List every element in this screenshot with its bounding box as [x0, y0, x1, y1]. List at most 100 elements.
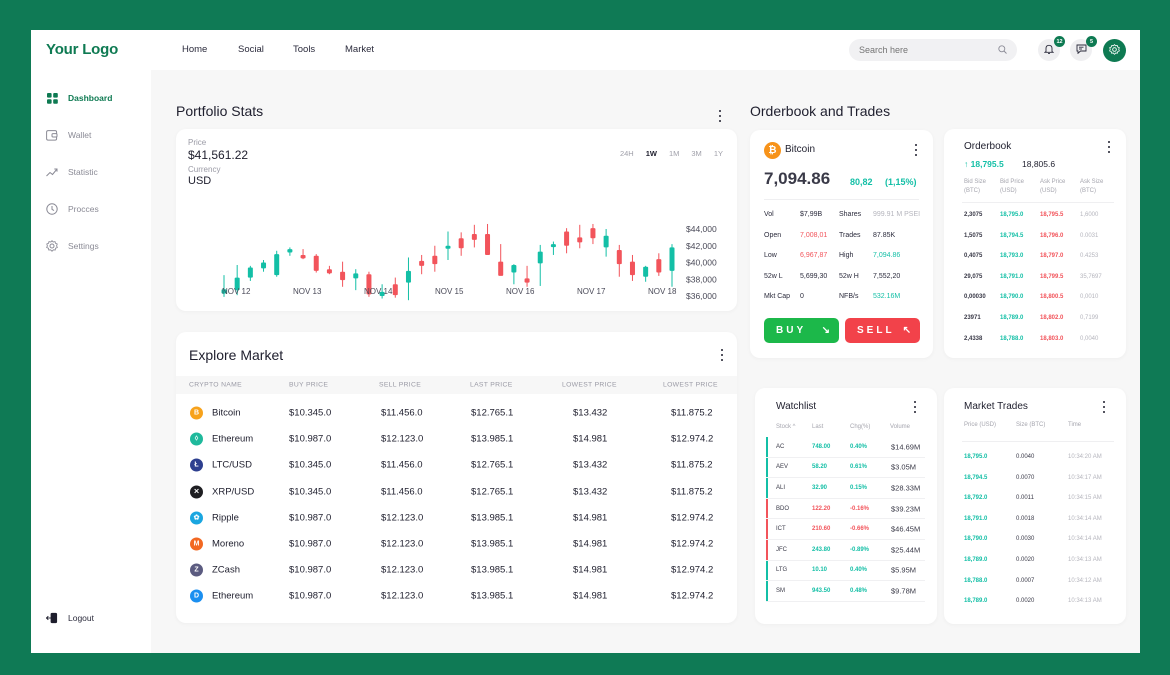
trade-row: 18,795.0 0.0040 10:34:20 AM [944, 454, 1126, 466]
orderbook-row[interactable]: 23971 18,789.0 18,802.0 0,7199 [944, 315, 1126, 327]
settings-button[interactable] [1103, 39, 1126, 62]
orderbook-row[interactable]: 1,5075 18,794.5 18,796.0 0.0031 [944, 233, 1126, 245]
lowest-price: $14.981 [573, 512, 608, 524]
bid-price: 18,794.5 [1000, 232, 1024, 239]
stock-symbol: AEV [776, 464, 789, 471]
stat-row: Low 6,967,87 High 7,094.86 [764, 252, 923, 264]
sell-button[interactable]: SELL ↖ [845, 318, 920, 343]
table-row[interactable]: M Moreno $10.987.0 $12.123.0 $13.985.1 $14.98… [176, 531, 737, 557]
col-time: Time [1068, 422, 1082, 428]
candle [445, 231, 451, 260]
ask-size: 35,7697 [1080, 273, 1102, 280]
col-lowest-price[interactable]: LOWEST PRICE [562, 382, 617, 389]
x-tick-label: NOV 14 [364, 287, 393, 296]
orderbook-row[interactable]: 2,4338 18,788.0 18,803.0 0,0040 [944, 336, 1126, 348]
sidebar-item-dashboard[interactable]: Dashboard [46, 88, 112, 108]
nav-link-market[interactable]: Market [345, 44, 374, 55]
col-buy-price[interactable]: BUY PRICE [289, 382, 328, 389]
candle-body [603, 235, 609, 248]
col-chg[interactable]: Chg(%) [850, 424, 870, 430]
sell-price: $12.123.0 [381, 538, 424, 550]
col-lowest-price-2[interactable]: LOWEST PRICE [663, 382, 718, 389]
watchlist-row[interactable]: ICT 210.60 -0.66% $46.45M [766, 519, 925, 540]
trade-size: 0.0018 [1016, 515, 1035, 522]
table-row[interactable]: ✿ Ripple $10.987.0 $12.123.0 $13.985.1 $14.98… [176, 505, 737, 531]
search-icon[interactable] [998, 41, 1007, 59]
stock-change: 0.40% [850, 567, 868, 574]
coin-price: 7,094.86 [764, 169, 831, 188]
arrow-down-right-icon: ↘ [821, 325, 830, 336]
notifications-button[interactable]: 12 [1038, 36, 1065, 61]
stock-volume: $3.05M [891, 462, 917, 472]
candle [471, 224, 477, 248]
col-last[interactable]: Last [812, 424, 823, 430]
table-row[interactable]: D Ethereum $10.987.0 $12.123.0 $13.985.1 $14.… [176, 583, 737, 609]
stat-label: High [839, 252, 854, 259]
trade-price: 18,795.0 [964, 454, 988, 460]
watchlist-row[interactable]: AC 748.00 0.40% $14.69M [766, 437, 925, 458]
coin-name: Bitcoin [785, 144, 816, 155]
sidebar-item-procces[interactable]: Procces [46, 199, 99, 219]
watchlist-more-icon[interactable] [913, 401, 917, 413]
candle-body [590, 228, 596, 239]
stock-symbol: ALI [776, 484, 786, 491]
explore-more-icon[interactable] [720, 349, 724, 361]
candle-body [537, 251, 543, 264]
sidebar-item-label: Settings [68, 241, 99, 251]
bid-size: 0,4075 [964, 253, 983, 260]
table-row[interactable]: ✕ XRP/USD $10.345.0 $11.456.0 $12.765.1 $13.4… [176, 479, 737, 505]
sidebar-item-settings[interactable]: Settings [46, 236, 99, 256]
trade-size: 0.0020 [1016, 557, 1035, 563]
nav-link-tools[interactable]: Tools [293, 44, 315, 55]
watchlist-row[interactable]: ALI 32.90 0.15% $28.33M [766, 478, 925, 499]
bid-size: 1,5075 [964, 232, 983, 239]
orderbook-row[interactable]: 2,3075 18,795.0 18,795.5 1,6000 [944, 212, 1126, 224]
col-crypto-name[interactable]: CRYPTO NAME [189, 382, 242, 389]
ask-size: 0,7199 [1080, 315, 1099, 321]
watchlist-row[interactable]: LTG 10.10 0.40% $5.95M [766, 560, 925, 582]
table-row[interactable]: Ł LTC/USD $10.345.0 $11.456.0 $12.765.1 $13.4… [176, 452, 737, 478]
candle [656, 253, 662, 276]
col-stock[interactable]: Stock ^ [776, 424, 796, 430]
x-tick-label: NOV 16 [506, 287, 535, 296]
orderbook-more-icon[interactable] [1107, 141, 1111, 153]
coin-more-icon[interactable] [914, 144, 918, 156]
col-volume[interactable]: Volume [890, 424, 910, 430]
orderbook-row[interactable]: 29,075 18,791.0 18,799.5 35,7697 [944, 274, 1126, 286]
stat-row: Open 7,008,01 Trades 87.85K [764, 232, 923, 244]
stat-label: Shares [839, 211, 862, 218]
watchlist-row[interactable]: AEV 58.20 0.61% $3.05M [766, 457, 925, 479]
col-last-price[interactable]: LAST PRICE [470, 382, 513, 389]
col-sell-price[interactable]: SELL PRICE [379, 382, 421, 389]
market-trades-more-icon[interactable] [1102, 401, 1106, 413]
buy-button[interactable]: BUY ↘ [764, 318, 839, 343]
sidebar-item-wallet[interactable]: Wallet [46, 125, 91, 145]
table-row[interactable]: ◊ Ethereum $10.987.0 $12.123.0 $13.985.1 $14.… [176, 426, 737, 452]
stock-symbol: BDO [776, 505, 790, 512]
coin-detail-card: ₿ Bitcoin 7,094.86 80,82 (1,15%) Vol $7,9… [750, 130, 933, 358]
col-price: Price (USD) [964, 422, 997, 428]
bell-icon [1043, 41, 1055, 59]
watchlist-row[interactable]: BDO 122.20 -0.16% $39.23M [766, 498, 925, 520]
nav-link-social[interactable]: Social [238, 44, 264, 55]
logo[interactable]: Your Logo [46, 41, 118, 58]
table-row[interactable]: B Bitcoin $10.345.0 $11.456.0 $12.765.1 $13.4… [176, 400, 737, 426]
watchlist-row[interactable]: SM 943.50 0.48% $9.78M [766, 581, 925, 602]
nav-link-home[interactable]: Home [182, 44, 207, 55]
portfolio-more-icon[interactable] [718, 110, 722, 122]
orderbook-row[interactable]: 0,4075 18,793.0 18,797.0 0.4253 [944, 253, 1126, 265]
lowest-price: $14.981 [573, 564, 608, 576]
orderbook-row[interactable]: 0,00030 18,790.0 18,800.5 0,0010 [944, 294, 1126, 306]
sidebar-item-statistic[interactable]: Statistic [46, 162, 98, 182]
messages-button[interactable]: 5 [1070, 36, 1097, 61]
search-input[interactable] [859, 45, 979, 55]
x-tick-label: NOV 12 [222, 287, 251, 296]
candle [669, 244, 675, 287]
logout-button[interactable]: Logout [46, 608, 94, 628]
crypto-name: LTC/USD [212, 459, 252, 471]
bitcoin-icon: ₿ [764, 142, 781, 159]
candle-body [340, 271, 346, 281]
gear-icon [1109, 42, 1120, 60]
table-row[interactable]: Z ZCash $10.987.0 $12.123.0 $13.985.1 $14.981… [176, 557, 737, 583]
watchlist-row[interactable]: JFC 243.80 -0.89% $25.44M [766, 540, 925, 561]
